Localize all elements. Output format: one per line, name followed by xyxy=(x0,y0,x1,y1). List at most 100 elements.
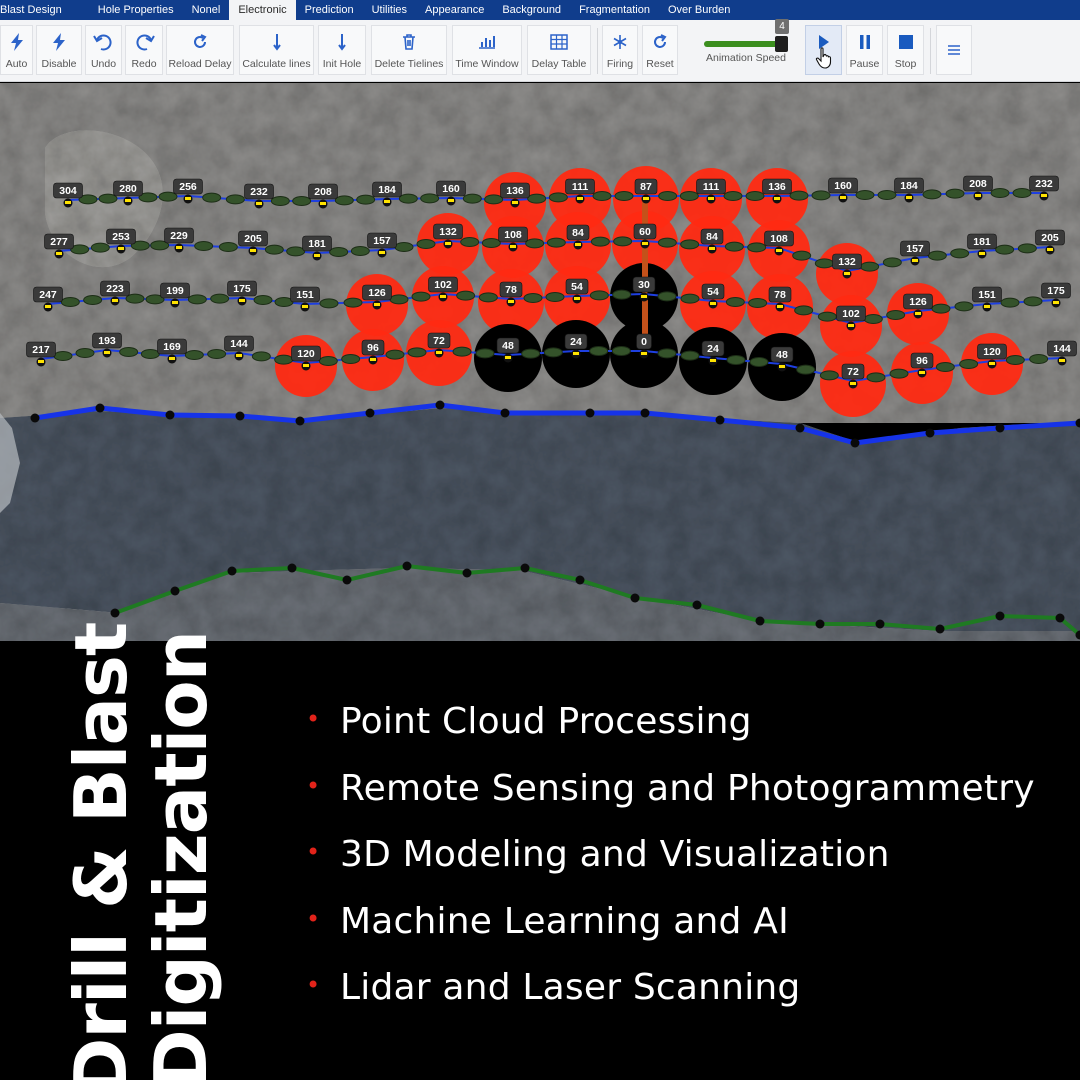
pause-button[interactable]: Pause xyxy=(846,25,883,75)
line-vertex xyxy=(165,410,175,420)
delay-connector xyxy=(194,241,214,251)
delay-connector xyxy=(725,297,745,307)
delay-connector xyxy=(1000,297,1020,308)
delay-label: 157 xyxy=(906,243,924,255)
delay-connector xyxy=(207,349,227,359)
delay-label: 247 xyxy=(39,289,57,301)
delay-connector xyxy=(863,314,883,324)
hole-marker xyxy=(919,371,925,374)
line-vertex xyxy=(585,408,595,418)
hole-marker xyxy=(436,351,442,354)
feature-text: Remote Sensing and Photogrammetry xyxy=(340,767,1035,809)
hole-marker xyxy=(1047,248,1053,251)
line-vertex xyxy=(342,575,352,585)
hole-marker xyxy=(112,299,118,302)
redo-button[interactable]: Redo xyxy=(125,25,163,75)
slider-handle[interactable] xyxy=(775,36,788,52)
line-vertex xyxy=(1055,613,1065,623)
delay-connector xyxy=(819,370,839,381)
delay-connector xyxy=(420,193,440,204)
line-vertex xyxy=(850,438,860,448)
feature-item: • Point Cloud Processing xyxy=(306,701,1035,768)
hole-marker xyxy=(239,299,245,302)
calculate-lines-button[interactable]: Calculate lines xyxy=(239,25,314,75)
delay-table-button[interactable]: Delay Table xyxy=(527,25,591,75)
redo-arrow-icon xyxy=(133,31,155,53)
hole-marker xyxy=(641,352,647,355)
tab-background[interactable]: Background xyxy=(493,0,570,20)
delay-connector xyxy=(90,242,110,253)
tab-fragmentation[interactable]: Fragmentation xyxy=(570,0,659,20)
line-vertex xyxy=(640,408,650,418)
tab-electronic[interactable]: Electronic xyxy=(229,0,296,20)
hole-marker xyxy=(505,356,511,359)
reset-button[interactable]: Reset xyxy=(642,25,678,75)
delay-connector xyxy=(416,239,436,249)
tab-blast-design[interactable]: Blast Design xyxy=(0,0,89,20)
delay-label: 132 xyxy=(439,226,457,238)
delay-connector xyxy=(657,348,677,359)
delay-connector xyxy=(889,368,909,379)
delay-connector xyxy=(814,258,834,269)
stop-button[interactable]: Stop xyxy=(887,25,924,75)
animation-speed-slider[interactable]: 4 Animation Speed xyxy=(700,19,792,75)
bullet-icon: • xyxy=(306,971,321,999)
hole-marker xyxy=(912,259,918,262)
delay-label: 78 xyxy=(774,289,786,301)
menu-button[interactable] xyxy=(936,25,972,75)
delay-label: 229 xyxy=(170,230,188,242)
delay-connector xyxy=(218,242,238,252)
hole-marker xyxy=(777,305,783,308)
speed-value-bubble: 4 xyxy=(775,19,789,34)
delay-label: 24 xyxy=(570,336,582,348)
hole-marker xyxy=(776,249,782,252)
delay-connector xyxy=(882,257,902,268)
electronic-toolbar: Auto Disable Undo Redo Reload Delay Calc… xyxy=(0,19,1080,82)
tab-prediction[interactable]: Prediction xyxy=(296,0,363,20)
hole-marker xyxy=(374,303,380,306)
line-vertex xyxy=(520,563,530,573)
blast-map-viewport[interactable]: 304 280 256 232 208 184 160 136 111 87 111 136 160 18… xyxy=(0,83,1080,641)
tab-nonel[interactable]: Nonel xyxy=(183,0,230,20)
bullet-icon: • xyxy=(306,771,321,800)
undo-arrow-icon xyxy=(92,31,115,53)
delay-connector xyxy=(460,237,480,247)
hole-marker xyxy=(709,247,715,250)
play-button[interactable] xyxy=(805,25,842,75)
reload-delay-button[interactable]: Reload Delay xyxy=(166,25,234,75)
delay-connector xyxy=(225,194,245,205)
hole-marker xyxy=(172,301,178,304)
delay-connector xyxy=(927,250,947,261)
delay-label: 169 xyxy=(163,341,181,353)
auto-button[interactable]: Auto xyxy=(0,25,33,75)
delay-label: 184 xyxy=(900,180,918,192)
reload-icon xyxy=(192,31,208,53)
snowflake-icon xyxy=(612,31,628,53)
disable-button[interactable]: Disable xyxy=(36,25,82,75)
hole-marker xyxy=(236,354,242,357)
init-hole-button[interactable]: Init Hole xyxy=(318,25,366,75)
delay-connector xyxy=(53,351,73,361)
firing-button[interactable]: Firing xyxy=(602,25,638,75)
delay-label: 144 xyxy=(230,338,248,350)
delay-connector xyxy=(1023,296,1043,307)
time-window-button[interactable]: Time Window xyxy=(452,25,522,75)
delay-label: 205 xyxy=(1041,232,1059,244)
hole-marker xyxy=(915,312,921,315)
delay-connector xyxy=(394,242,414,252)
tab-appearance[interactable]: Appearance xyxy=(416,0,493,20)
line-vertex xyxy=(235,411,245,421)
undo-button[interactable]: Undo xyxy=(85,25,122,75)
delay-connector xyxy=(389,294,409,305)
line-vertex xyxy=(630,593,640,603)
delay-connector xyxy=(789,190,809,201)
delay-connector xyxy=(543,347,563,358)
tab-utilities[interactable]: Utilities xyxy=(363,0,416,20)
hole-marker xyxy=(577,197,583,200)
tab-over-burden[interactable]: Over Burden xyxy=(659,0,739,20)
feature-text: Lidar and Laser Scanning xyxy=(340,967,801,1008)
tab-hole-properties[interactable]: Hole Properties xyxy=(89,0,183,20)
delete-tielines-button[interactable]: Delete Tielines xyxy=(371,25,447,75)
delay-connector xyxy=(612,289,632,300)
hole-marker xyxy=(1059,359,1065,362)
